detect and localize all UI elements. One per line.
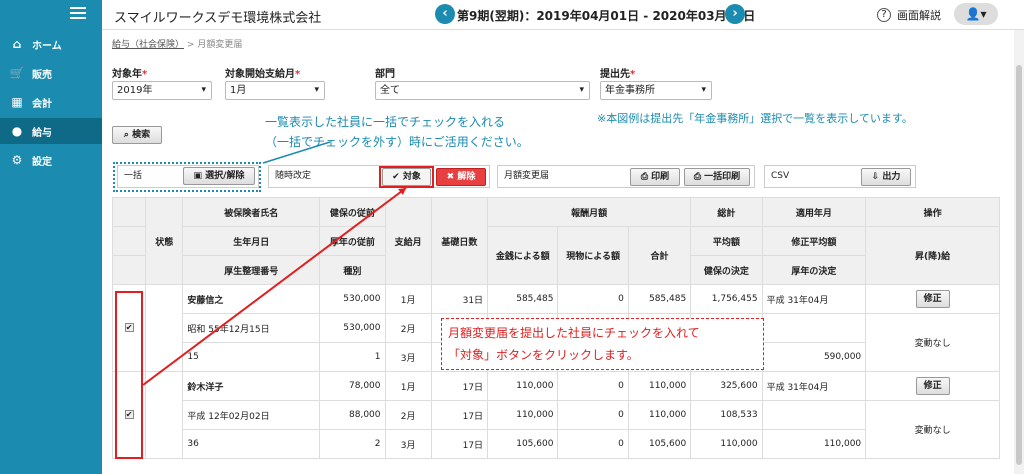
annotation-arrows: [142, 141, 407, 386]
scroll-thumb[interactable]: [1016, 65, 1022, 465]
red-arrow: [142, 187, 407, 386]
blue-arrow: [262, 141, 331, 164]
scrollbar[interactable]: [1014, 30, 1024, 474]
instruction-callout: 月額変更届を提出した社員にチェックを入れて 「対象」ボタンをクリックします。: [441, 318, 764, 370]
